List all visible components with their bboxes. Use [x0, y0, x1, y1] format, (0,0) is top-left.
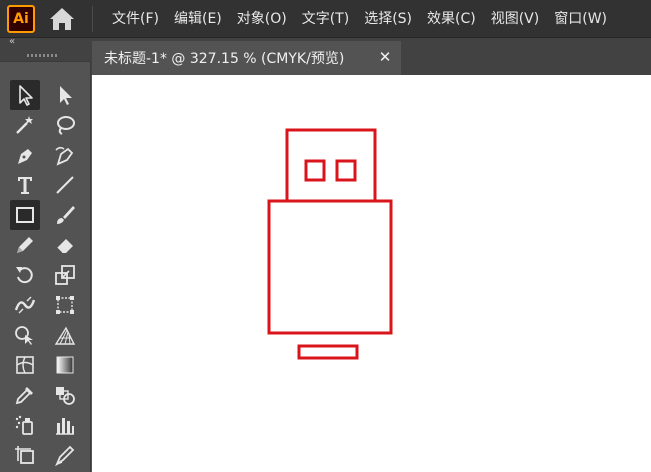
artboard-icon: [15, 446, 34, 464]
lasso-tool[interactable]: [50, 110, 80, 140]
pen-tool[interactable]: [10, 140, 40, 170]
tools-panel-grip[interactable]: [0, 50, 91, 62]
pencil-icon: [17, 237, 33, 253]
gradient-tool[interactable]: [50, 350, 80, 380]
home-button[interactable]: [45, 4, 79, 34]
usb-head[interactable]: [285, 128, 377, 203]
eyedropper-icon: [15, 387, 33, 405]
direct-selection-tool[interactable]: [50, 80, 80, 110]
symbol-sprayer-icon: [15, 415, 33, 435]
width-icon: [14, 296, 36, 314]
rotate-arrow-icon: [16, 267, 33, 284]
tools-panel-header: «: [0, 36, 91, 50]
mesh-icon: [16, 356, 34, 374]
type-t-icon: [18, 177, 32, 194]
perspective-grid-tool[interactable]: [50, 320, 80, 350]
rotate-tool[interactable]: [10, 260, 40, 290]
usb-contact-left[interactable]: [304, 159, 326, 182]
selection-tool[interactable]: [10, 80, 40, 110]
document-tab-title: 未标题-1* @ 327.15 % (CMYK/预览): [104, 51, 345, 67]
menu-object[interactable]: 对象(O): [229, 0, 294, 38]
scale-tool[interactable]: [50, 260, 80, 290]
menu-select[interactable]: 选择(S): [356, 0, 419, 38]
rectangle-tool[interactable]: [10, 200, 40, 230]
menu-type[interactable]: 文字(T): [294, 0, 356, 38]
shape-builder-tool[interactable]: [10, 320, 40, 350]
document-tab-bar: 未标题-1* @ 327.15 % (CMYK/预览) ✕: [91, 38, 651, 75]
menu-file[interactable]: 文件(F): [104, 0, 166, 38]
column-graph-tool[interactable]: [50, 410, 80, 440]
usb-contact-right[interactable]: [335, 159, 357, 182]
collapse-panel-button[interactable]: «: [9, 36, 15, 48]
magic-wand-tool[interactable]: [10, 110, 40, 140]
magic-wand-icon: [16, 116, 33, 134]
eraser-tool[interactable]: [50, 230, 80, 260]
grip-dots: [27, 54, 57, 57]
usb-body[interactable]: [267, 199, 393, 335]
slice-knife-icon: [55, 445, 75, 466]
eyedropper-tool[interactable]: [10, 380, 40, 410]
free-transform-icon: [56, 296, 74, 314]
artboard-canvas[interactable]: [92, 75, 651, 472]
close-tab-icon[interactable]: ✕: [377, 49, 393, 65]
direct-selection-arrow-icon: [60, 86, 72, 105]
blend-tool[interactable]: [50, 380, 80, 410]
menu-bar: Ai 文件(F) 编辑(E) 对象(O) 文字(T) 选择(S) 效果(C) 视…: [0, 0, 651, 38]
width-tool[interactable]: [10, 290, 40, 320]
shape-builder-icon: [15, 326, 33, 345]
menu-window[interactable]: 窗口(W): [546, 0, 614, 38]
scale-icon: [55, 265, 75, 285]
line-segment-tool[interactable]: [50, 170, 80, 200]
rectangle-icon: [16, 207, 34, 223]
curvature-tool[interactable]: [50, 140, 80, 170]
pen-nib-icon: [18, 149, 32, 164]
symbol-sprayer-tool[interactable]: [10, 410, 40, 440]
type-tool[interactable]: [10, 170, 40, 200]
tools-panel: «: [0, 36, 91, 472]
perspective-grid-icon: [54, 326, 76, 345]
app-logo: Ai: [7, 5, 35, 33]
home-icon: [50, 8, 74, 30]
column-graph-icon: [56, 418, 74, 435]
blend-icon: [56, 387, 75, 405]
menu-view[interactable]: 视图(V): [483, 0, 547, 38]
line-segment-icon: [56, 176, 74, 194]
lasso-icon: [57, 116, 75, 135]
free-transform-tool[interactable]: [50, 290, 80, 320]
pencil-tool[interactable]: [10, 230, 40, 260]
paintbrush-icon: [57, 206, 75, 224]
selection-arrow-icon: [19, 85, 33, 106]
slice-tool[interactable]: [50, 440, 80, 470]
menu-edit[interactable]: 编辑(E): [166, 0, 229, 38]
usb-cap[interactable]: [297, 344, 359, 360]
artboard-tool[interactable]: [10, 440, 40, 470]
mesh-tool[interactable]: [10, 350, 40, 380]
document-tab[interactable]: 未标题-1* @ 327.15 % (CMYK/预览) ✕: [92, 41, 401, 75]
paintbrush-tool[interactable]: [50, 200, 80, 230]
gradient-icon: [56, 356, 74, 374]
artwork: [267, 128, 393, 360]
eraser-icon: [56, 239, 73, 254]
curvature-pen-icon: [55, 146, 74, 166]
main-menu: 文件(F) 编辑(E) 对象(O) 文字(T) 选择(S) 效果(C) 视图(V…: [104, 0, 614, 38]
menu-effect[interactable]: 效果(C): [419, 0, 483, 38]
menu-divider: [92, 6, 93, 32]
